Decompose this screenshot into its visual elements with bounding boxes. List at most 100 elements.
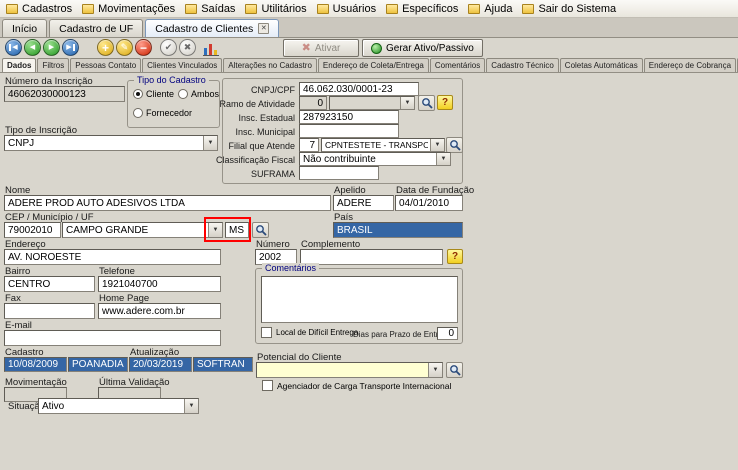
email-field[interactable]: [4, 330, 221, 346]
cnpj-label: CNPJ/CPF: [251, 85, 295, 95]
bar-chart-icon: [203, 41, 219, 56]
close-icon[interactable]: ✕: [258, 23, 269, 34]
previous-record-button[interactable]: ◀: [24, 39, 41, 56]
pais-field[interactable]: BRASIL: [333, 222, 463, 238]
radio-fornecedor[interactable]: Fornecedor: [133, 108, 192, 118]
data-fundacao-field[interactable]: 04/01/2010: [395, 195, 463, 211]
fax-field[interactable]: [4, 303, 95, 319]
add-record-button[interactable]: +: [97, 39, 114, 56]
filial-code-field[interactable]: 7: [299, 138, 319, 152]
form-tab-comentarios[interactable]: Comentários: [430, 58, 485, 72]
folder-icon: [468, 4, 480, 14]
apelido-field[interactable]: ADERE: [333, 195, 394, 211]
dificil-entrega-checkbox[interactable]: Local de Difícil Entrega: [261, 327, 358, 338]
menu-label: Específicos: [402, 3, 458, 15]
group-legend: Comentários: [262, 263, 319, 273]
nome-field[interactable]: ADERE PROD AUTO ADESIVOS LTDA: [4, 195, 331, 211]
form-tab-pessoas-contato[interactable]: Pessoas Contato: [70, 58, 141, 72]
classificacao-fiscal-combo[interactable]: Não contribuinte▼: [299, 152, 451, 166]
next-record-button[interactable]: ▶: [43, 39, 60, 56]
menu-item-saidas[interactable]: Saídas: [181, 2, 241, 16]
tab-cadastro-de-clientes[interactable]: Cadastro de Clientes ✕: [145, 19, 279, 37]
homepage-field[interactable]: www.adere.com.br: [98, 303, 221, 319]
gerar-ativo-passivo-button[interactable]: Gerar Ativo/Passivo: [362, 39, 483, 57]
numero-inscricao-field[interactable]: 46062030000123: [4, 86, 125, 102]
insc-municipal-field[interactable]: [299, 124, 399, 138]
chevron-down-icon[interactable]: ▼: [208, 223, 222, 237]
form-tab-endereco-cobranca[interactable]: Endereço de Cobrança: [644, 58, 736, 72]
potencial-cliente-combo[interactable]: ▼: [256, 362, 443, 378]
toolbar: ◀ ◀ ▶ ▶ + ✎ − ✔ ✖ ✖ Ativar Gerar Ativo/P…: [0, 38, 738, 58]
atualizacao-data-field: 20/03/2019: [129, 357, 192, 372]
menu-item-usuarios[interactable]: Usuários: [313, 2, 382, 16]
ramo-atividade-combo[interactable]: ▼: [329, 96, 415, 110]
chevron-down-icon[interactable]: ▼: [428, 363, 442, 377]
radio-ambos[interactable]: Ambos: [178, 89, 219, 99]
tab-label: Cadastro de UF: [59, 23, 133, 35]
dias-prazo-field[interactable]: 0: [437, 327, 458, 340]
delete-record-button[interactable]: −: [135, 39, 152, 56]
cnpj-field[interactable]: 46.062.030/0001-23: [299, 82, 419, 96]
potencial-search-button[interactable]: [446, 362, 463, 378]
menu-item-cadastros[interactable]: Cadastros: [2, 2, 78, 16]
menu-item-utilitarios[interactable]: Utilitários: [241, 2, 312, 16]
form-tab-dados[interactable]: Dados: [2, 58, 36, 72]
menu-item-especificos[interactable]: Específicos: [382, 2, 464, 16]
menu-item-sair-do-sistema[interactable]: Sair do Sistema: [518, 2, 622, 16]
telefone-field[interactable]: 1921040700: [98, 276, 221, 292]
first-record-button[interactable]: ◀: [5, 39, 22, 56]
folder-icon: [6, 4, 18, 14]
tipo-inscricao-combo[interactable]: CNPJ▼: [4, 135, 218, 151]
situacao-combo[interactable]: Ativo▼: [38, 398, 199, 414]
chevron-down-icon[interactable]: ▼: [184, 399, 198, 413]
folder-icon: [317, 4, 329, 14]
endereco-field[interactable]: AV. NOROESTE: [4, 249, 221, 265]
chevron-down-icon[interactable]: ▼: [436, 153, 450, 165]
municipio-search-button[interactable]: [252, 222, 269, 238]
menu-item-ajuda[interactable]: Ajuda: [464, 2, 518, 16]
tipo-cadastro-group: Tipo do Cadastro Cliente Ambos Fornecedo…: [127, 80, 220, 128]
complemento-help-button[interactable]: ?: [447, 249, 463, 264]
menu-label: Usuários: [333, 3, 376, 15]
tab-cadastro-de-uf[interactable]: Cadastro de UF: [49, 19, 143, 37]
form-tab-filtros[interactable]: Filtros: [37, 58, 69, 72]
exit-icon: [522, 4, 534, 14]
radio-cliente[interactable]: Cliente: [133, 89, 174, 99]
ramo-atividade-help-button[interactable]: ?: [437, 95, 453, 110]
confirm-button[interactable]: ✔: [160, 39, 177, 56]
agenciador-checkbox[interactable]: Agenciador de Carga Transporte Internaci…: [262, 380, 451, 391]
menu-label: Utilitários: [261, 3, 306, 15]
form-tab-alteracoes-no-cadastro[interactable]: Alterações no Cadastro: [223, 58, 317, 72]
comentarios-textarea[interactable]: [261, 276, 458, 323]
form-tab-endereco-coleta-entrega[interactable]: Endereço de Coleta/Entrega: [318, 58, 429, 72]
municipio-combo[interactable]: CAMPO GRANDE▼: [62, 222, 223, 238]
ativar-button[interactable]: ✖ Ativar: [283, 39, 359, 57]
chevron-down-icon[interactable]: ▼: [400, 97, 414, 109]
complemento-field[interactable]: [300, 249, 443, 265]
chart-button[interactable]: [202, 40, 220, 56]
last-record-button[interactable]: ▶: [62, 39, 79, 56]
bairro-field[interactable]: CENTRO: [4, 276, 95, 292]
cancel-button[interactable]: ✖: [179, 39, 196, 56]
filial-search-button[interactable]: [446, 137, 463, 153]
edit-record-button[interactable]: ✎: [116, 39, 133, 56]
tab-inicio[interactable]: Início: [2, 19, 47, 37]
form-tab-cadastro-tecnico[interactable]: Cadastro Técnico: [486, 58, 559, 72]
comentarios-group: Comentários Local de Difícil Entrega Dia…: [255, 268, 463, 344]
uf-field[interactable]: MS: [225, 222, 249, 238]
form-tab-clientes-vinculados[interactable]: Clientes Vinculados: [142, 58, 222, 72]
document-tab-bar: Início Cadastro de UF Cadastro de Client…: [0, 18, 738, 38]
cep-field[interactable]: 79002010: [4, 222, 61, 238]
ramo-atividade-code-field[interactable]: 0: [299, 96, 327, 110]
chevron-down-icon[interactable]: ▼: [203, 136, 217, 150]
x-icon: ✖: [184, 42, 192, 53]
first-record-icon: ◀: [9, 44, 17, 51]
menu-item-movimentacoes[interactable]: Movimentações: [78, 2, 181, 16]
form-tab-coletas-automaticas[interactable]: Coletas Automáticas: [560, 58, 643, 72]
ramo-atividade-search-button[interactable]: [418, 95, 435, 111]
filial-combo[interactable]: CPNTESTETE - TRANSPORTES TRAN▼: [321, 138, 445, 152]
insc-estadual-field[interactable]: 287923150: [299, 110, 399, 124]
suframa-field[interactable]: [299, 166, 379, 180]
menu-label: Saídas: [201, 3, 235, 15]
chevron-down-icon[interactable]: ▼: [430, 139, 444, 151]
